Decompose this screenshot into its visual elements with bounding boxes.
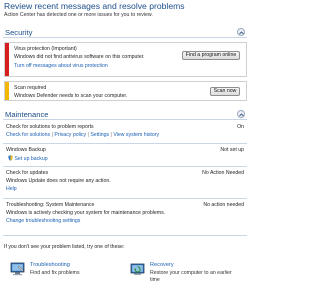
turn-off-virus-messages-link[interactable]: Turn off messages about virus protection [14, 63, 108, 69]
scan-alert-title: Scan required [14, 85, 47, 91]
troubleshooting-maintenance-label: Troubleshooting: System Maintenance [6, 202, 95, 208]
virus-alert-title: Virus protection (Important) [14, 46, 77, 52]
check-for-solutions-link[interactable]: Check for solutions [6, 132, 50, 138]
virus-protection-alert: Virus protection (Important) Windows did… [4, 42, 247, 77]
troubleshooting-tool-title[interactable]: Troubleshooting [30, 262, 70, 268]
page-subtitle: Action Center has detected one or more i… [4, 12, 153, 18]
alert-severity-bar-red [5, 43, 9, 76]
find-program-online-button[interactable]: Find a program online [182, 51, 240, 60]
change-troubleshooting-settings-link[interactable]: Change troubleshooting settings [6, 218, 80, 224]
scan-alert-message: Windows Defender needs to scan your comp… [14, 93, 128, 99]
divider [3, 198, 247, 199]
divider [3, 166, 247, 167]
shield-icon [8, 155, 13, 161]
troubleshooting-tool-desc: Find and fix problems [30, 270, 80, 276]
settings-link[interactable]: Settings [90, 132, 109, 138]
recovery-tool-desc-line1: Restore your computer to an earlier [150, 270, 232, 276]
divider [3, 235, 247, 236]
set-up-backup-action[interactable]: Set up backup [8, 155, 48, 162]
troubleshooting-tool[interactable]: Troubleshooting Find and fix problems [10, 262, 100, 282]
virus-alert-message: Windows did not find antivirus software … [14, 54, 145, 60]
scan-required-alert: Scan required Windows Defender needs to … [4, 81, 247, 101]
troubleshooting-maintenance-status: No action needed [203, 202, 244, 208]
problem-reports-status: On [237, 124, 244, 130]
check-for-updates-row: Check for updates No Action Needed Windo… [6, 170, 244, 195]
problem-reports-label: Check for solutions to problem reports [6, 124, 94, 130]
security-section-header[interactable]: Security [3, 28, 247, 38]
privacy-policy-link[interactable]: Privacy policy [54, 132, 86, 138]
page-title: Review recent messages and resolve probl… [4, 1, 185, 11]
alert-severity-bar-yellow [5, 82, 9, 100]
set-up-backup-link[interactable]: Set up backup [14, 156, 47, 162]
security-heading: Security [5, 28, 33, 37]
collapse-maintenance-icon[interactable] [237, 110, 245, 118]
recovery-icon [130, 263, 145, 275]
recovery-tool-desc-line2: time [150, 277, 160, 283]
maintenance-section-header[interactable]: Maintenance [3, 110, 247, 120]
collapse-security-icon[interactable] [237, 28, 245, 36]
view-system-history-link[interactable]: View system history [113, 132, 159, 138]
divider [3, 143, 247, 144]
windows-backup-status: Not set up [220, 147, 244, 153]
scan-now-button[interactable]: Scan now [210, 87, 240, 96]
troubleshooting-maintenance-row: Troubleshooting: System Maintenance No a… [6, 202, 244, 228]
recovery-tool-title[interactable]: Recovery [150, 262, 174, 268]
troubleshooting-icon [10, 262, 25, 276]
troubleshooting-message: Windows is actively checking your system… [6, 210, 166, 216]
problem-reports-row: Check for solutions to problem reports O… [6, 124, 244, 138]
windows-update-message: Windows Update does not require any acti… [6, 178, 111, 184]
help-link[interactable]: Help [6, 186, 17, 192]
windows-backup-label: Windows Backup [6, 147, 46, 153]
maintenance-heading: Maintenance [5, 110, 49, 119]
windows-backup-row: Windows Backup Not set up Set up backup [6, 147, 244, 163]
check-for-updates-label: Check for updates [6, 170, 49, 176]
check-for-updates-status: No Action Needed [202, 170, 244, 176]
recovery-tool[interactable]: Recovery Restore your computer to an ear… [130, 262, 245, 288]
footer-hint: If you don't see your problem listed, tr… [4, 244, 125, 250]
